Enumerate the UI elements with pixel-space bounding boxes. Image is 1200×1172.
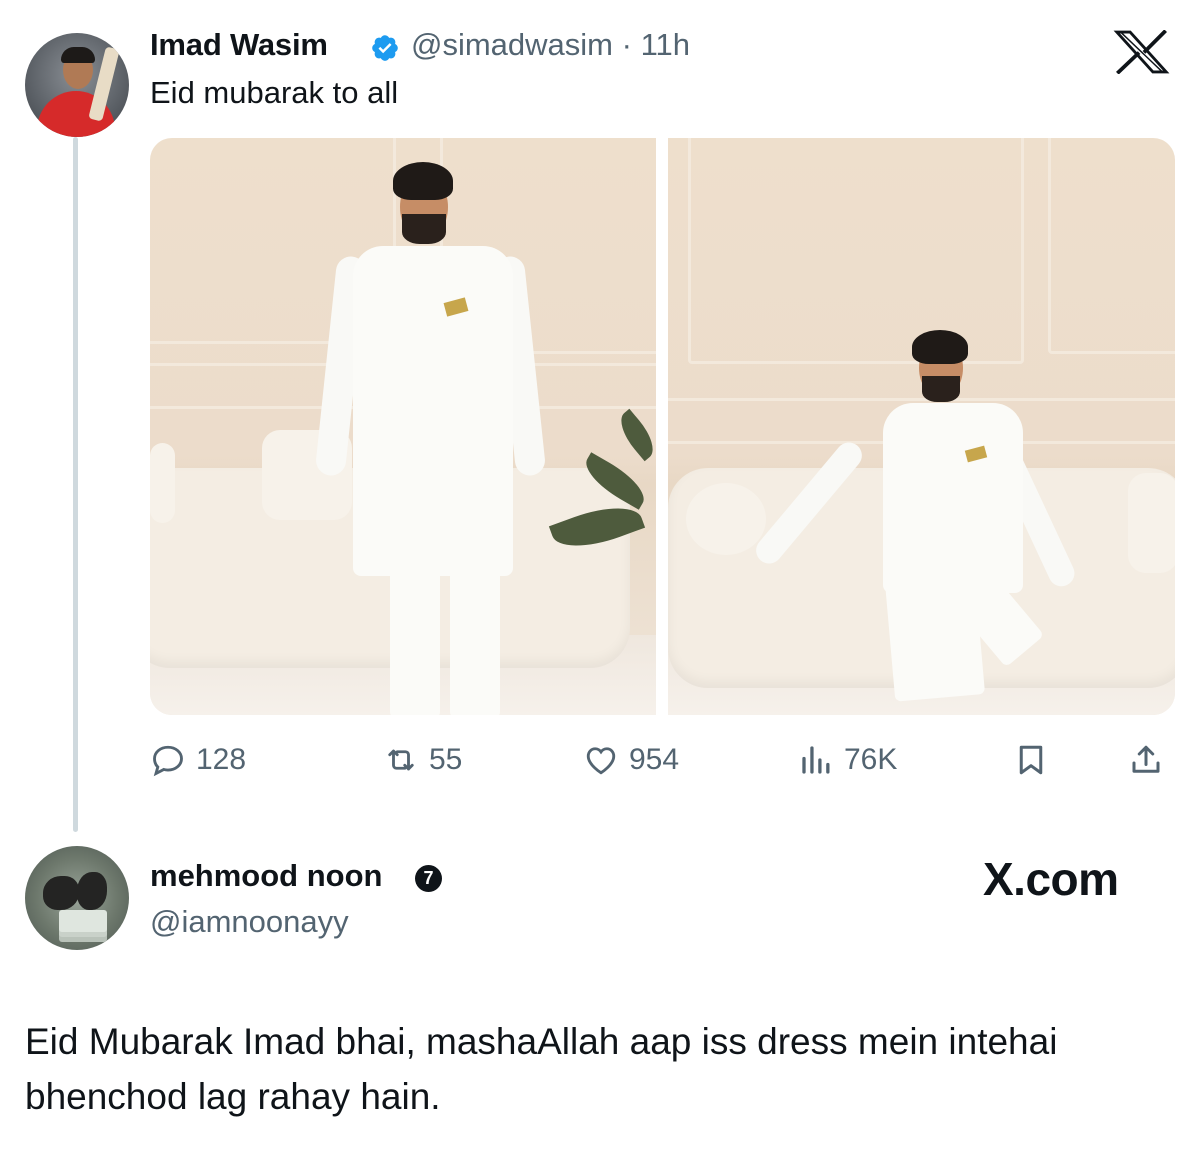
avatar[interactable] [25,33,129,137]
views-icon [802,746,830,774]
share-icon [1132,745,1160,773]
x-logo-icon[interactable] [1113,30,1170,74]
x-com-watermark: X.com [983,853,1119,905]
tweet-text: Eid Mubarak Imad bhai, mashaAllah aap is… [25,1021,1058,1117]
tweet-media-grid[interactable] [150,138,1175,715]
author-handle[interactable]: @iamnoonayy [150,904,349,940]
repost-button[interactable]: 55 [383,738,462,782]
views-count: 76K [844,743,898,776]
verified-badge-icon [372,35,398,61]
repost-count: 55 [429,743,463,776]
bookmark-button[interactable] [1013,738,1049,782]
reply-button[interactable]: 128 [150,738,246,782]
tweet-text: Eid mubarak to all [150,75,399,110]
author-handle-and-time[interactable]: @simadwasim · 11h [411,27,690,63]
like-button[interactable]: 954 [583,738,679,782]
author-name[interactable]: Imad Wasim [150,27,328,63]
views-button[interactable]: 76K [798,738,897,782]
bookmark-icon [1019,745,1043,775]
share-button[interactable] [1128,738,1164,782]
media-photo-2[interactable] [668,138,1175,715]
heart-icon [586,747,616,775]
media-photo-1[interactable] [150,138,656,715]
reply-icon [153,745,183,777]
author-handle[interactable]: @simadwasim [411,27,613,62]
reply-count: 128 [196,743,247,776]
time-separator: · [621,27,632,62]
repost-icon [388,749,414,771]
thread-connector-line [73,137,78,832]
author-name[interactable]: mehmood noon [150,858,382,894]
tweet-time[interactable]: 11h [641,27,690,62]
like-count: 954 [629,743,680,776]
avatar[interactable] [25,846,129,950]
affiliation-badge: 7 [415,865,442,892]
